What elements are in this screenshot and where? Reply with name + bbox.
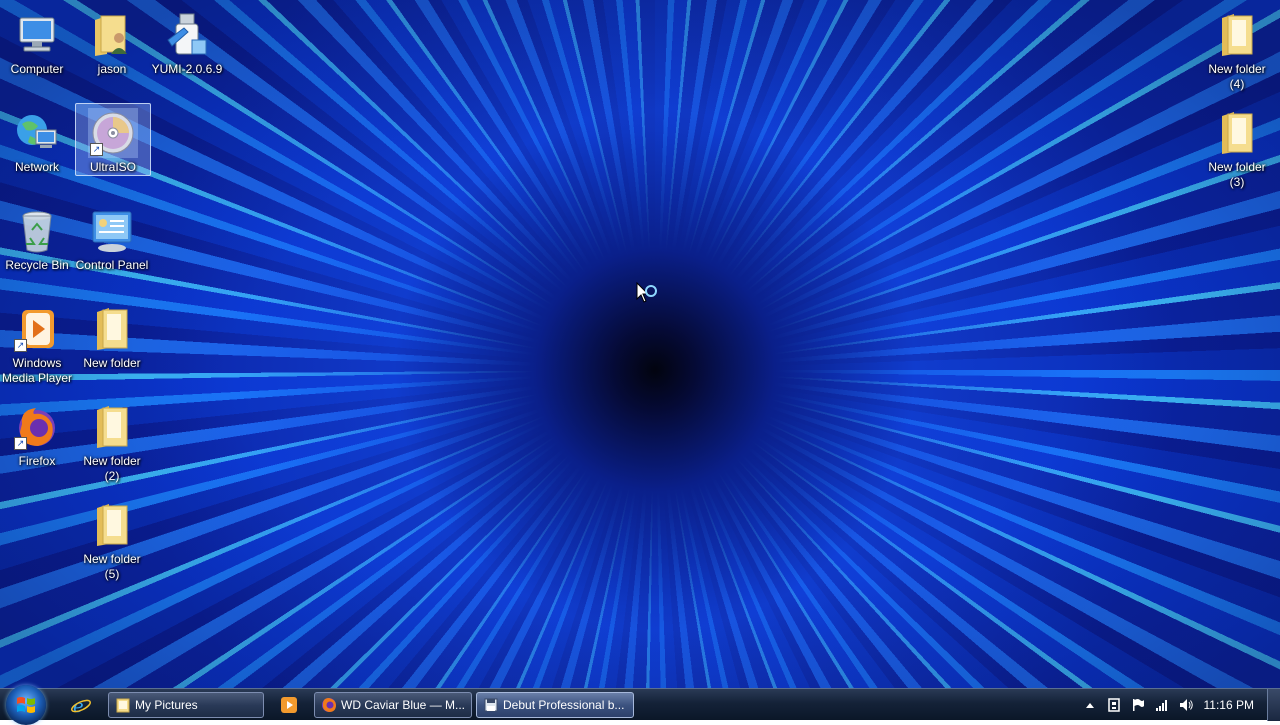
taskbar-button-label: WD Caviar Blue — M... xyxy=(341,698,466,712)
shortcut-arrow-icon: ↗ xyxy=(90,143,103,156)
wallpaper-vignette xyxy=(0,0,1280,688)
desktop-icon-label: Firefox xyxy=(18,454,56,468)
computer-icon xyxy=(12,10,62,60)
windows-start-icon[interactable] xyxy=(6,685,46,725)
desktop-icon-yumi[interactable]: YUMI-2.0.6.9 xyxy=(150,6,224,77)
desktop-icon-label: New folder xyxy=(83,356,141,370)
desktop-icon-label: New folder (5) xyxy=(83,552,141,581)
folder-icon xyxy=(1212,10,1262,60)
firefox-icon: ↗ xyxy=(12,402,62,452)
desktop-icon-firefox[interactable]: ↗ Firefox xyxy=(0,398,74,469)
action-center-flag-icon[interactable] xyxy=(1130,697,1146,713)
desktop-icon-windows-media-player[interactable]: ↗ Windows Media Player xyxy=(0,300,74,386)
desktop[interactable]: Computer Network Recycle Bin ↗ Windows M… xyxy=(0,0,1280,688)
desktop-icon-new-folder-5[interactable]: New folder (5) xyxy=(75,496,149,582)
desktop-icon-control-panel[interactable]: Control Panel xyxy=(75,202,149,273)
desktop-icon-jason[interactable]: jason xyxy=(75,6,149,77)
desktop-icon-new-folder-3[interactable]: New folder (3) xyxy=(1200,104,1274,190)
show-desktop-button[interactable] xyxy=(1267,689,1280,721)
control-panel-icon xyxy=(87,206,137,256)
network-tray-icon[interactable] xyxy=(1106,697,1122,713)
desktop-icon-label: Computer xyxy=(10,62,64,76)
folder-icon xyxy=(87,304,137,354)
desktop-icon-label: jason xyxy=(97,62,127,76)
desktop-icon-label: New folder (4) xyxy=(1208,62,1266,91)
desktop-icon-label: New folder (2) xyxy=(83,454,141,483)
desktop-icon-label: Windows Media Player xyxy=(1,356,73,385)
disc-icon: ↗ xyxy=(88,108,138,158)
desktop-icon-label: Network xyxy=(14,160,59,174)
taskbar-button-debut[interactable]: Debut Professional b... xyxy=(476,692,634,718)
desktop-icon-label: Recycle Bin xyxy=(5,258,69,272)
desktop-icon-new-folder-2[interactable]: New folder (2) xyxy=(75,398,149,484)
busy-cursor-icon xyxy=(636,281,662,308)
desktop-icon-network[interactable]: Network xyxy=(0,104,74,175)
show-hidden-icons-icon[interactable] xyxy=(1082,697,1098,713)
user-folder-icon xyxy=(87,10,137,60)
taskbar: e My Pictures WD Caviar Blue — M... Debu… xyxy=(0,685,1280,725)
desktop-icon-label: YUMI-2.0.6.9 xyxy=(151,62,223,76)
desktop-icon-computer[interactable]: Computer xyxy=(0,6,74,77)
taskbar-button-label: Debut Professional b... xyxy=(503,698,625,712)
media-player-icon[interactable] xyxy=(278,694,300,716)
clock[interactable]: 11:16 PM xyxy=(1204,698,1254,712)
floppy-icon xyxy=(483,697,499,713)
volume-icon[interactable] xyxy=(1178,697,1194,713)
folder-icon xyxy=(87,500,137,550)
signal-icon[interactable] xyxy=(1154,697,1170,713)
system-tray: 11:16 PM xyxy=(1070,689,1280,721)
firefox-icon xyxy=(321,697,337,713)
shortcut-arrow-icon: ↗ xyxy=(14,339,27,352)
usb-installer-icon xyxy=(162,10,212,60)
taskbar-button-firefox[interactable]: WD Caviar Blue — M... xyxy=(314,692,472,718)
desktop-icon-recycle-bin[interactable]: Recycle Bin xyxy=(0,202,74,273)
recycle-bin-icon xyxy=(12,206,62,256)
desktop-icon-ultraiso[interactable]: ↗ UltraISO xyxy=(75,103,151,176)
desktop-icon-label: UltraISO xyxy=(89,160,136,174)
folder-icon xyxy=(115,697,131,713)
desktop-icon-label: Control Panel xyxy=(75,258,149,272)
media-player-icon: ↗ xyxy=(12,304,62,354)
desktop-icon-label: New folder (3) xyxy=(1208,160,1266,189)
taskbar-button-label: My Pictures xyxy=(135,698,198,712)
desktop-icon-new-folder[interactable]: New folder xyxy=(75,300,149,371)
internet-explorer-icon[interactable]: e xyxy=(70,694,92,717)
shortcut-arrow-icon: ↗ xyxy=(14,437,27,450)
network-icon xyxy=(12,108,62,158)
taskbar-button-my-pictures[interactable]: My Pictures xyxy=(108,692,264,718)
folder-icon xyxy=(1212,108,1262,158)
desktop-icon-new-folder-4[interactable]: New folder (4) xyxy=(1200,6,1274,92)
folder-icon xyxy=(87,402,137,452)
